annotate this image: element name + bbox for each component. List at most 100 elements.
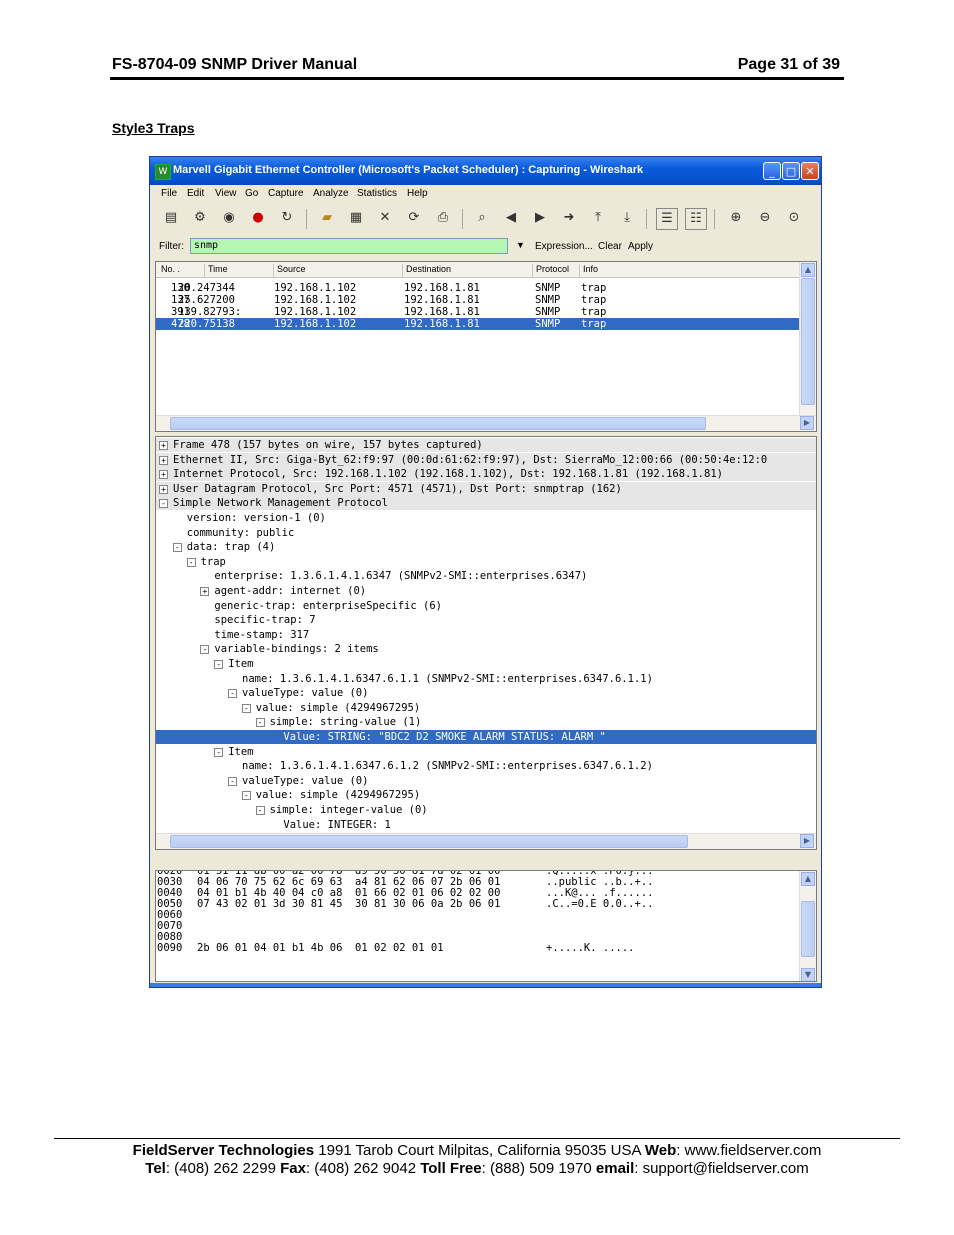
expand-icon[interactable]: + — [159, 484, 168, 494]
scroll-right-icon[interactable]: ▶ — [800, 834, 814, 848]
go-to-packet-icon[interactable]: ➜ — [559, 208, 579, 228]
detail-tree-row[interactable]: + agent-addr: internet (0) — [156, 584, 816, 598]
zoom-normal-icon[interactable]: ⊙ — [784, 208, 804, 228]
colorize-icon[interactable]: ☰ — [656, 208, 678, 230]
detail-tree-row[interactable]: - Simple Network Management Protocol — [156, 496, 816, 511]
minimize-button[interactable]: _ — [763, 162, 781, 180]
maximize-button[interactable]: □ — [782, 162, 800, 180]
expand-icon[interactable]: + — [159, 441, 168, 450]
print-icon[interactable]: ⎙ — [433, 208, 453, 228]
collapse-icon[interactable]: - — [159, 499, 168, 509]
reload-icon[interactable]: ⟳ — [404, 208, 424, 228]
menu-statistics[interactable]: Statistics — [357, 188, 397, 199]
scroll-up-icon[interactable]: ▲ — [801, 872, 815, 886]
menu-file[interactable]: File — [161, 188, 177, 199]
expression-button[interactable]: Expression... — [535, 241, 593, 252]
autoscroll-icon[interactable]: ☷ — [685, 208, 707, 230]
find-packet-icon[interactable]: ⌕ — [472, 208, 492, 228]
email-address[interactable]: : support@fieldserver.com — [634, 1160, 808, 1177]
go-forward-icon[interactable]: ▶ — [530, 208, 550, 228]
packet-row[interactable]: 130 20.247344 192.168.1.102 192.168.1.81 SNM… — [156, 282, 800, 294]
zoom-in-icon[interactable]: ⊕ — [726, 208, 746, 228]
close-button[interactable]: ✕ — [801, 162, 819, 180]
packet-row[interactable]: 391 139.82793: 192.168.1.102 192.168.1.81 SN… — [156, 306, 800, 318]
scroll-thumb[interactable] — [801, 901, 815, 957]
menu-help[interactable]: Help — [407, 188, 428, 199]
expand-icon[interactable]: + — [159, 470, 168, 480]
collapse-icon[interactable]: - — [255, 718, 265, 728]
detail-tree-row[interactable]: Value: INTEGER: 1 — [156, 818, 816, 832]
column-info[interactable]: Info — [579, 264, 598, 277]
scroll-thumb[interactable] — [801, 278, 815, 405]
expand-icon[interactable]: + — [159, 455, 168, 465]
menu-view[interactable]: View — [215, 188, 237, 199]
detail-tree-row[interactable]: - simple: string-value (1) — [156, 715, 816, 729]
expand-icon[interactable]: + — [200, 587, 210, 596]
collapse-icon[interactable]: - — [255, 806, 265, 815]
web-url[interactable]: : www.fieldserver.com — [676, 1142, 821, 1159]
collapse-icon[interactable]: - — [200, 645, 210, 655]
column-source[interactable]: Source — [273, 264, 306, 277]
detail-tree-row[interactable]: - value: simple (4294967295) — [156, 701, 816, 715]
detail-tree-row[interactable]: - Item — [156, 657, 816, 671]
collapse-icon[interactable]: - — [172, 543, 182, 553]
detail-tree-row[interactable]: time-stamp: 317 — [156, 628, 816, 642]
detail-tree-row[interactable]: - Item — [156, 745, 816, 759]
menu-edit[interactable]: Edit — [187, 188, 204, 199]
detail-tree-row[interactable]: version: version-1 (0) — [156, 511, 816, 525]
detail-tree-row[interactable]: - trap — [156, 555, 816, 569]
go-back-icon[interactable]: ◀ — [501, 208, 521, 228]
capture-options-icon[interactable]: ⚙ — [190, 208, 210, 228]
packet-row[interactable]: 137 25.627200 192.168.1.102 192.168.1.81 SNM… — [156, 294, 800, 306]
filter-input[interactable]: snmp — [190, 238, 508, 254]
close-file-icon[interactable]: ✕ — [375, 208, 395, 228]
go-last-icon[interactable]: ⤓ — [617, 208, 637, 228]
detail-tree-row[interactable]: - simple: integer-value (0) — [156, 803, 816, 817]
packet-list-vscroll[interactable]: ▲ — [799, 262, 816, 415]
collapse-icon[interactable]: - — [241, 703, 251, 713]
restart-capture-icon[interactable]: ↻ — [277, 208, 297, 228]
collapse-icon[interactable]: - — [228, 776, 237, 786]
detail-tree-row[interactable]: - valueType: value (0) — [156, 686, 816, 700]
detail-tree-row[interactable]: name: 1.3.6.1.4.1.6347.6.1.2 (SNMPv2-SMI… — [156, 759, 816, 773]
collapse-icon[interactable]: - — [214, 660, 224, 669]
menu-capture[interactable]: Capture — [268, 188, 304, 199]
collapse-icon[interactable]: - — [186, 557, 196, 567]
menu-analyze[interactable]: Analyze — [313, 188, 349, 199]
details-hscroll[interactable]: ▶ — [156, 833, 816, 849]
chevron-down-icon[interactable]: ▼ — [516, 240, 525, 250]
detail-tree-row[interactable]: + Internet Protocol, Src: 192.168.1.102 (… — [156, 467, 816, 482]
clear-button[interactable]: Clear — [598, 241, 622, 252]
detail-tree-row[interactable]: + Ethernet II, Src: Giga-Byt_62:f9:97 (00… — [156, 452, 816, 467]
packet-list-hscroll[interactable]: ▶ — [156, 415, 816, 431]
stop-capture-icon[interactable]: ● — [248, 208, 268, 228]
detail-tree-row[interactable]: name: 1.3.6.1.4.1.6347.6.1.1 (SNMPv2-SMI… — [156, 672, 816, 686]
scroll-down-icon[interactable]: ▼ — [801, 968, 815, 981]
scroll-up-icon[interactable]: ▲ — [801, 263, 815, 277]
detail-tree-row[interactable]: + Frame 478 (157 bytes on wire, 157 bytes… — [156, 438, 816, 452]
scroll-thumb[interactable] — [170, 835, 688, 848]
scroll-right-icon[interactable]: ▶ — [800, 416, 814, 430]
apply-button[interactable]: Apply — [628, 241, 653, 252]
start-capture-icon[interactable]: ◉ — [219, 208, 239, 228]
packet-row[interactable]: 478 220.75138 192.168.1.102 192.168.1.81 SNM… — [156, 318, 800, 330]
detail-tree-row[interactable]: generic-trap: enterpriseSpecific (6) — [156, 599, 816, 613]
interface-list-icon[interactable]: ▤ — [161, 208, 181, 228]
menu-go[interactable]: Go — [245, 188, 258, 199]
detail-tree-row[interactable]: - data: trap (4) — [156, 540, 816, 554]
scroll-thumb[interactable] — [170, 417, 706, 430]
open-file-icon[interactable]: ▰ — [317, 208, 337, 228]
detail-tree-row[interactable]: community: public — [156, 526, 816, 540]
go-first-icon[interactable]: ⤒ — [588, 208, 608, 228]
detail-tree-row[interactable]: enterprise: 1.3.6.1.4.1.6347 (SNMPv2-SMI… — [156, 569, 816, 583]
title-bar[interactable]: W Marvell Gigabit Ethernet Controller (M… — [150, 157, 821, 185]
collapse-icon[interactable]: - — [214, 747, 224, 757]
column-protocol[interactable]: Protocol — [532, 264, 569, 277]
detail-tree-row[interactable]: + User Datagram Protocol, Src Port: 4571 … — [156, 481, 816, 496]
detail-tree-row[interactable]: specific-trap: 7 — [156, 613, 816, 627]
column-no[interactable]: No. . — [158, 264, 180, 277]
save-file-icon[interactable]: ▦ — [346, 208, 366, 228]
column-time[interactable]: Time — [204, 264, 228, 277]
zoom-out-icon[interactable]: ⊖ — [755, 208, 775, 228]
detail-tree-row[interactable]: - valueType: value (0) — [156, 774, 816, 788]
